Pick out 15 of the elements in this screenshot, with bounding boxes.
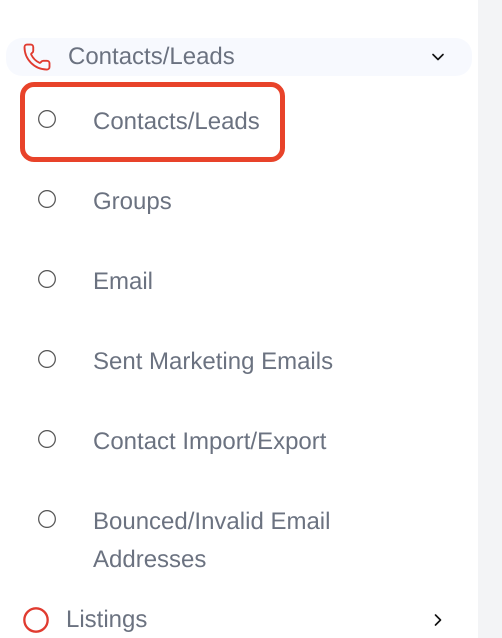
circle-icon bbox=[37, 109, 57, 129]
circle-icon bbox=[22, 606, 50, 634]
submenu-item[interactable]: Groups bbox=[20, 162, 197, 242]
circle-icon bbox=[37, 429, 57, 449]
submenu-item[interactable]: Contact Import/Export bbox=[20, 402, 352, 482]
circle-icon bbox=[37, 509, 57, 529]
circle-icon bbox=[37, 269, 57, 289]
submenu-item[interactable]: Contacts/Leads bbox=[20, 82, 285, 162]
submenu-item[interactable]: Bounced/Invalid Email Addresses bbox=[20, 482, 380, 600]
circle-icon bbox=[37, 189, 57, 209]
phone-icon bbox=[22, 42, 52, 72]
submenu-item[interactable]: Email bbox=[20, 242, 178, 322]
submenu-item[interactable]: Sent Marketing Emails bbox=[20, 322, 358, 402]
circle-icon bbox=[37, 349, 57, 369]
menu-group-header[interactable]: Contacts/Leads bbox=[6, 38, 472, 76]
